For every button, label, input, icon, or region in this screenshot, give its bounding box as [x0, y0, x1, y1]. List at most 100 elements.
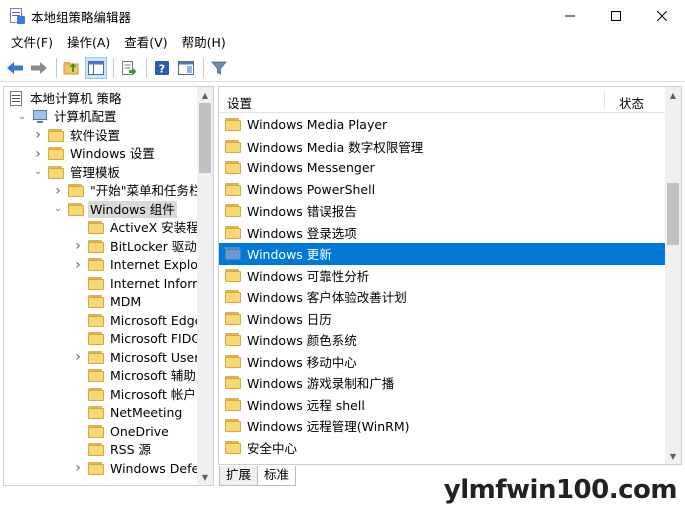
tree-item[interactable]: Microsoft 辅助身 — [72, 367, 197, 386]
folder-icon — [48, 147, 64, 161]
list-item[interactable]: Windows 更新 — [219, 243, 665, 265]
tree-item[interactable]: NetMeeting — [72, 404, 184, 423]
scroll-down-arrow-icon[interactable]: ▼ — [197, 469, 213, 485]
tree-item[interactable]: Microsoft Edge — [72, 311, 197, 330]
scroll-down-arrow-icon[interactable]: ▼ — [665, 448, 681, 464]
folder-icon — [225, 290, 241, 304]
expand-chevron-down-icon[interactable]: ⌄ — [52, 203, 64, 215]
export-list-button[interactable] — [118, 57, 140, 79]
tree-item[interactable]: Microsoft 帐户 — [72, 385, 197, 404]
column-header-state[interactable]: 状态 — [619, 93, 644, 112]
folder-icon — [88, 313, 104, 327]
tree-item[interactable]: RSS 源 — [72, 441, 153, 460]
tree-item[interactable]: ⌄ Windows 组件 — [52, 200, 177, 219]
expand-chevron-right-icon[interactable]: › — [32, 146, 44, 162]
list-item-label: Windows 远程管理(WinRM) — [247, 419, 410, 435]
tree-item[interactable]: MDM — [72, 293, 143, 312]
tree-item[interactable]: › Windows Defen — [72, 459, 197, 478]
expand-chevron-down-icon[interactable]: ⌄ — [32, 166, 44, 178]
tab-standard[interactable]: 标准 — [257, 466, 297, 486]
tree-item[interactable]: Microsoft FIDO 身 — [72, 330, 197, 349]
tree-item[interactable]: ⌄ 计算机配置 — [16, 108, 119, 127]
filter-button[interactable] — [208, 57, 230, 79]
console-tree-icon — [88, 61, 104, 75]
list-item[interactable]: Windows 远程 shell — [219, 394, 665, 416]
list-item[interactable]: Windows 日历 — [219, 308, 665, 330]
tree-item[interactable]: ActiveX 安装程序 — [72, 219, 197, 238]
list-item[interactable]: Windows 可靠性分析 — [219, 265, 665, 287]
list-item[interactable]: Windows 远程管理(WinRM) — [219, 415, 665, 437]
list-vertical-scrollbar[interactable]: ▲ ▼ — [665, 87, 681, 464]
help-icon: ? — [155, 61, 169, 76]
toolbar-separator — [203, 58, 204, 78]
column-divider[interactable] — [604, 90, 605, 110]
maximize-button[interactable] — [593, 0, 639, 32]
scroll-up-arrow-icon[interactable]: ▲ — [665, 87, 681, 103]
menu-action[interactable]: 操作(A) — [60, 32, 117, 54]
scroll-thumb[interactable] — [199, 103, 211, 173]
tree-item[interactable]: › Internet Explorer — [72, 256, 197, 275]
folder-icon — [225, 354, 241, 368]
tab-extended[interactable]: 扩展 — [219, 466, 259, 486]
list-item[interactable]: Windows 游戏录制和广播 — [219, 372, 665, 394]
list-item[interactable]: Windows 错误报告 — [219, 200, 665, 222]
list-item[interactable]: Windows Messenger — [219, 157, 665, 179]
tree-item[interactable]: › Microsoft User E — [72, 348, 197, 367]
list-item[interactable]: Windows 移动中心 — [219, 351, 665, 373]
tree-item[interactable]: ⌄本地计算机 策略 — [8, 89, 123, 108]
title-bar[interactable]: 本地组策略编辑器 — [0, 0, 685, 32]
show-hide-tree-button[interactable] — [85, 57, 107, 79]
scroll-up-arrow-icon[interactable]: ▲ — [197, 87, 213, 103]
folder-icon — [225, 247, 241, 261]
tree-item[interactable]: › Windows 设置 — [32, 145, 157, 164]
expand-chevron-right-icon[interactable]: › — [72, 238, 84, 254]
expand-chevron-right-icon[interactable]: › — [32, 127, 44, 143]
menu-help[interactable]: 帮助(H) — [175, 32, 233, 54]
export-list-icon — [122, 61, 137, 75]
tree-item[interactable]: OneDrive — [72, 422, 171, 441]
close-button[interactable] — [639, 0, 685, 32]
toolbar-separator — [56, 58, 57, 78]
tree-item[interactable]: ⌄ 管理模板 — [32, 163, 122, 182]
view-tabs: 扩展 标准 — [219, 466, 297, 486]
tree-item[interactable]: › 软件设置 — [32, 126, 122, 145]
help-button[interactable]: ? — [151, 57, 173, 79]
menu-file[interactable]: 文件(F) — [4, 32, 60, 54]
expand-chevron-right-icon[interactable]: › — [72, 460, 84, 476]
list-item[interactable]: 安全中心 — [219, 437, 665, 459]
expand-chevron-right-icon[interactable]: › — [72, 349, 84, 365]
expand-chevron-right-icon[interactable]: › — [52, 183, 64, 199]
tree-item-label: BitLocker 驱动器 — [110, 238, 197, 254]
forward-button[interactable] — [28, 57, 50, 79]
minimize-icon — [565, 15, 575, 17]
show-action-pane-button[interactable] — [175, 57, 197, 79]
expand-chevron-down-icon[interactable]: ⌄ — [16, 111, 28, 123]
tree-item-label: Microsoft 辅助身 — [110, 368, 197, 384]
list-item-label: Windows 远程 shell — [247, 397, 365, 413]
tree-item[interactable]: › BitLocker 驱动器 — [72, 237, 197, 256]
list-item[interactable]: Windows 客户体验改善计划 — [219, 286, 665, 308]
scroll-thumb[interactable] — [667, 183, 679, 245]
menu-view[interactable]: 查看(V) — [117, 32, 174, 54]
list-item[interactable]: Windows 登录选项 — [219, 222, 665, 244]
toolbar-separator — [146, 58, 147, 78]
list-item-label: Windows 客户体验改善计划 — [247, 290, 407, 306]
tree-item[interactable]: Internet Informa — [72, 274, 197, 293]
expand-chevron-right-icon[interactable]: › — [72, 257, 84, 273]
tree-vertical-scrollbar[interactable]: ▲ ▼ — [197, 87, 213, 485]
column-header-setting[interactable]: 设置 — [227, 93, 252, 112]
up-level-button[interactable] — [61, 57, 83, 79]
tree-item[interactable]: › "开始"菜单和任务栏 — [52, 182, 197, 201]
console-tree-pane: ⌄本地计算机 策略⌄计算机配置›软件设置›Windows 设置⌄管理模板›"开始… — [3, 86, 214, 486]
tree-item-label: Microsoft 帐户 — [110, 386, 196, 402]
group-policy-app-icon — [9, 8, 25, 24]
list-item[interactable]: Windows Media Player — [219, 114, 665, 136]
minimize-button[interactable] — [547, 0, 593, 32]
list-item[interactable]: Windows PowerShell — [219, 179, 665, 201]
list-item-label: Windows PowerShell — [247, 181, 376, 197]
back-button[interactable] — [4, 57, 26, 79]
list-item[interactable]: Windows 颜色系统 — [219, 329, 665, 351]
list-item[interactable]: Windows Media 数字权限管理 — [219, 136, 665, 158]
folder-icon — [88, 350, 104, 364]
toolbar-separator — [113, 58, 114, 78]
